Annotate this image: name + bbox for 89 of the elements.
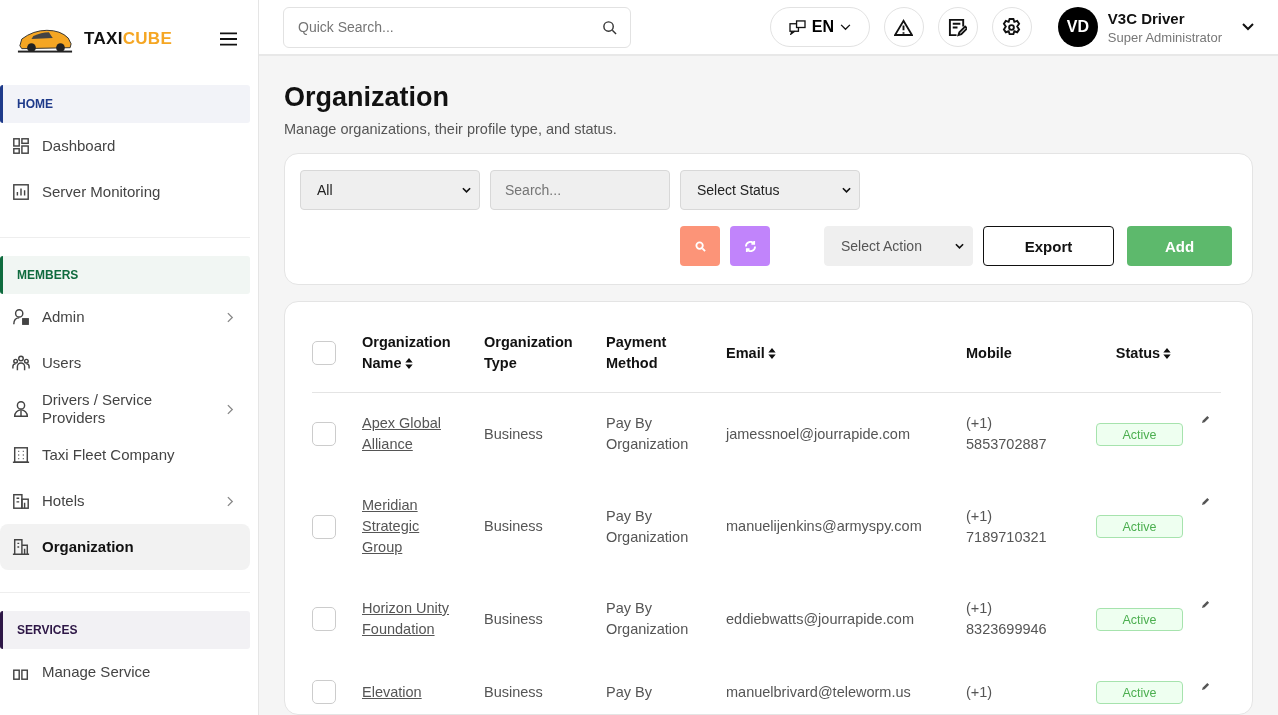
nav-item[interactable]: Server Monitoring xyxy=(0,169,250,215)
page-title: Organization xyxy=(284,82,450,113)
table-cell: Business xyxy=(484,518,543,534)
refresh-icon xyxy=(743,240,757,252)
organization-link[interactable]: Meridian Strategic Group xyxy=(362,495,450,558)
user-name: V3C Driver xyxy=(1107,9,1186,27)
search-icon xyxy=(602,19,617,35)
table-cell: eddiebwatts@jourrapide.com xyxy=(726,610,914,627)
quick-search-field[interactable]: Quick Search... xyxy=(283,6,631,48)
status-badge: Active xyxy=(1096,607,1183,631)
translate-icon xyxy=(788,19,806,35)
caret-icon xyxy=(842,187,851,193)
table-cell: Business xyxy=(484,610,543,627)
status-badge: Active xyxy=(1096,422,1183,446)
nav-icon xyxy=(12,538,30,556)
section-header: SERVICES xyxy=(0,611,250,649)
settings-button[interactable] xyxy=(991,7,1032,47)
nav-icon xyxy=(12,183,30,201)
table-cell-text: (+1) 7189710321 xyxy=(966,506,1048,547)
chevron-down-icon xyxy=(839,23,851,31)
warning-button[interactable] xyxy=(883,7,924,47)
nav-item[interactable]: Drivers / Service Providers xyxy=(0,386,250,432)
page-subtitle: Manage organizations, their profile type, and status. xyxy=(284,121,618,137)
nav-item[interactable]: Admin xyxy=(0,294,250,340)
row-checkbox[interactable] xyxy=(312,422,336,446)
table-cell-text: (+1) 5853702887 xyxy=(966,414,1048,454)
table-cell: Business xyxy=(484,683,543,700)
action-select[interactable]: Select Action xyxy=(824,226,973,266)
section-header: HOME xyxy=(0,85,250,123)
search-field[interactable]: Search... xyxy=(490,170,670,210)
nav-icon xyxy=(12,492,30,510)
table-cell-text: (+1) 8323699946 xyxy=(966,599,1048,639)
table-cell: manuelbrivard@teleworm.us xyxy=(726,683,911,700)
organization-link[interactable]: Apex Global Alliance xyxy=(362,413,450,455)
brand-logo-text: TAXICUBE xyxy=(84,29,173,49)
edit-note-icon xyxy=(948,17,968,37)
menu-icon[interactable] xyxy=(220,32,237,46)
status-badge: Active xyxy=(1096,680,1183,704)
nav-icon xyxy=(12,137,30,155)
nav-item[interactable]: Dashboard xyxy=(0,123,250,169)
table-cell: manuelijenkins@armyspy.com xyxy=(726,518,922,534)
chevron-down-icon[interactable] xyxy=(1242,23,1254,31)
pencil-icon[interactable] xyxy=(1201,497,1210,506)
row-checkbox[interactable] xyxy=(312,680,336,704)
status-select[interactable]: Select Status xyxy=(680,170,860,210)
table-cell-text: Pay By Organization xyxy=(606,506,690,547)
notes-button[interactable] xyxy=(937,7,978,47)
column-header: Organization Type xyxy=(484,333,574,373)
column-header[interactable]: Organization Name xyxy=(362,332,457,374)
pencil-icon[interactable] xyxy=(1201,600,1210,609)
warning-icon xyxy=(894,18,914,36)
table-cell: jamessnoel@jourrapide.com xyxy=(726,425,910,442)
pencil-icon[interactable] xyxy=(1201,415,1210,424)
user-role: Super Administrator xyxy=(1107,29,1222,45)
nav-icon xyxy=(12,354,30,372)
language-selector[interactable]: EN xyxy=(769,7,870,47)
type-select[interactable]: All xyxy=(300,170,480,210)
nav-item[interactable]: Users xyxy=(0,340,250,386)
nav-item[interactable]: Hotels xyxy=(0,478,250,524)
nav-icon xyxy=(12,446,30,464)
nav-item[interactable]: Organization xyxy=(0,524,250,570)
table-cell-text: Pay By Organization xyxy=(606,599,690,639)
table-cell: Business xyxy=(484,425,543,442)
organization-link[interactable]: Horizon Unity Foundation xyxy=(362,598,450,640)
section-header: MEMBERS xyxy=(0,256,250,294)
nav-item[interactable]: Manage Service xyxy=(0,649,250,695)
table-cell-text: (+1) xyxy=(966,682,993,702)
column-header: Payment Method xyxy=(606,333,668,373)
column-header: Mobile xyxy=(966,343,1012,363)
row-checkbox[interactable] xyxy=(312,514,336,539)
refresh-button[interactable] xyxy=(730,226,770,266)
user-avatar[interactable]: VD xyxy=(1057,7,1098,47)
nav-icon xyxy=(12,308,30,326)
settings-icon xyxy=(1002,17,1022,37)
caret-icon xyxy=(955,243,964,249)
nav-item[interactable]: Taxi Fleet Company xyxy=(0,432,250,478)
search-icon xyxy=(694,240,706,252)
table-cell-text: Pay By Organization xyxy=(606,414,690,454)
organization-link[interactable]: Elevation xyxy=(362,681,422,703)
table-cell-text: Pay By xyxy=(606,682,652,702)
export-button[interactable]: Export xyxy=(983,226,1114,266)
status-badge: Active xyxy=(1096,515,1183,538)
pencil-icon[interactable] xyxy=(1201,682,1210,691)
caret-icon xyxy=(462,187,471,193)
select-all-checkbox[interactable] xyxy=(312,341,336,365)
row-checkbox[interactable] xyxy=(312,607,336,631)
column-header[interactable]: Status xyxy=(1115,342,1172,364)
column-header[interactable]: Email xyxy=(726,342,776,364)
nav-icon xyxy=(12,400,30,418)
